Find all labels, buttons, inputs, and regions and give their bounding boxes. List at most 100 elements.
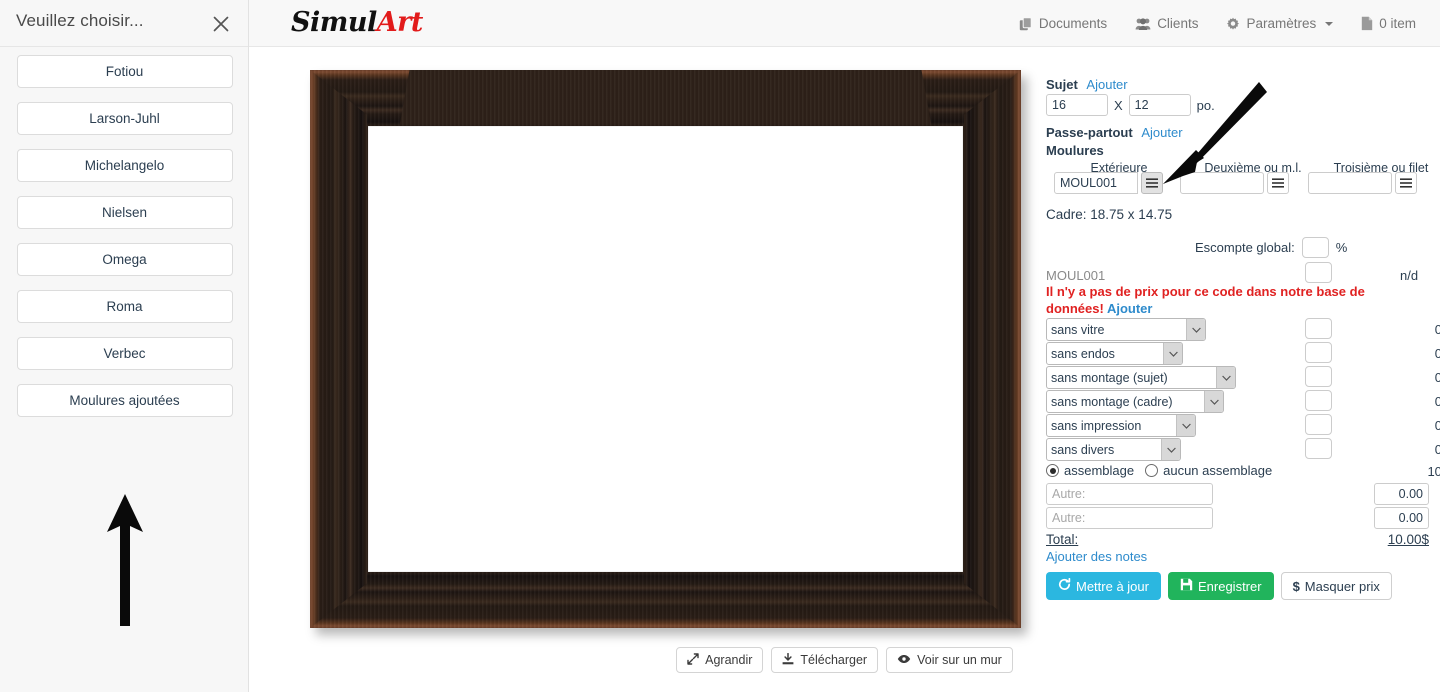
users-icon [1135, 17, 1151, 31]
mat-label: Passe-partout [1046, 125, 1133, 140]
other-input-1[interactable] [1046, 507, 1213, 529]
sidebar-item-michelangelo[interactable]: Michelangelo [16, 149, 233, 182]
option-select-glass[interactable]: sans vitre [1046, 318, 1206, 341]
add-notes-link[interactable]: Ajouter des notes [1046, 549, 1147, 564]
moulding-qty-input[interactable] [1305, 262, 1332, 283]
option-qty-input-0[interactable] [1305, 318, 1332, 339]
hide-prices-button[interactable]: $ Masquer prix [1280, 572, 1392, 600]
main-nav: Documents Clients Paramètres 0 item [1005, 0, 1430, 47]
download-button[interactable]: Télécharger [771, 647, 879, 673]
sidebar-item-verbec[interactable]: Verbec [16, 337, 233, 370]
chevron-down-icon [1325, 21, 1334, 26]
view-on-wall-label: Voir sur un mur [917, 653, 1002, 667]
option-qty-input-3[interactable] [1305, 390, 1332, 411]
assembly-amount: 10.00 [1427, 464, 1440, 479]
option-select-mounting-subject[interactable]: sans montage (sujet) [1046, 366, 1236, 389]
logo-text-art: Art [376, 7, 424, 38]
moulding-code-input-1[interactable] [1054, 172, 1138, 194]
assembly-radio-no[interactable] [1145, 464, 1159, 477]
option-select-mounting-frame[interactable]: sans montage (cadre) [1046, 390, 1224, 413]
file-icon [1361, 16, 1373, 31]
width-input[interactable] [1046, 94, 1108, 116]
other-amount-input-1[interactable] [1374, 507, 1429, 529]
moulding-input-2-group [1180, 172, 1289, 194]
expand-icon [687, 652, 699, 668]
gear-icon [1226, 17, 1240, 31]
nav-item-parametres[interactable]: Paramètres [1212, 0, 1347, 47]
sidebar-item-roma[interactable]: Roma [16, 290, 233, 323]
sidebar-header: Veuillez choisir... [0, 0, 248, 47]
price-error-text: Il n'y a pas de prix pour ce code dans n… [1046, 284, 1365, 316]
view-on-wall-button[interactable]: Voir sur un mur [886, 647, 1013, 673]
mat-add-link[interactable]: Ajouter [1141, 125, 1182, 140]
global-discount-input[interactable] [1301, 237, 1329, 258]
list-icon [1146, 178, 1158, 188]
other-amount-input-0[interactable] [1374, 483, 1429, 505]
update-button[interactable]: Mettre à jour [1046, 572, 1161, 600]
close-icon[interactable] [211, 14, 231, 34]
option-select-wrap-1: sans endos [1046, 342, 1183, 365]
option-amount-5: 0.00 [1434, 442, 1440, 457]
frame-body [310, 70, 1021, 628]
price-error-add-link[interactable]: Ajouter [1107, 301, 1153, 316]
top-header: SimulArt Documents Clients Paramètres 0 … [249, 0, 1440, 47]
list-icon [1400, 178, 1412, 188]
option-amount-2: 0.00 [1434, 370, 1440, 385]
option-amount-3: 0.00 [1434, 394, 1440, 409]
option-qty-input-4[interactable] [1305, 414, 1332, 435]
percent-symbol: % [1335, 240, 1348, 255]
option-amount-4: 0.00 [1434, 418, 1440, 433]
sidebar-item-moulures-ajoutees[interactable]: Moulures ajoutées [16, 384, 233, 417]
option-qty-input-1[interactable] [1305, 342, 1332, 363]
height-input[interactable] [1128, 94, 1191, 116]
subject-add-link[interactable]: Ajouter [1086, 77, 1127, 92]
option-select-misc[interactable]: sans divers [1046, 438, 1181, 461]
moulding-code-input-3[interactable] [1308, 172, 1392, 194]
nav-item-cart[interactable]: 0 item [1347, 0, 1430, 47]
option-amount-0: 0.00 [1434, 322, 1440, 337]
moulding-picker-button-3[interactable] [1395, 172, 1417, 194]
update-button-label: Mettre à jour [1076, 578, 1149, 594]
list-icon [1272, 178, 1284, 188]
option-qty-input-2[interactable] [1305, 366, 1332, 387]
option-select-wrap-4: sans impression [1046, 414, 1196, 437]
total-label: Total: [1046, 532, 1079, 547]
nav-item-clients[interactable]: Clients [1121, 0, 1212, 47]
total-value: 10.00$ [1387, 532, 1429, 547]
nav-item-documents[interactable]: Documents [1005, 0, 1121, 47]
logo-text-simul: Simul [291, 7, 377, 38]
subject-row: Sujet Ajouter [1046, 77, 1128, 92]
global-discount-label: Escompte global: [1195, 240, 1295, 255]
frame-preview[interactable] [310, 70, 1021, 628]
moulding-code-input-2[interactable] [1180, 172, 1264, 194]
assembly-options-row: assemblage aucun assemblage [1046, 463, 1272, 478]
nav-label-clients: Clients [1157, 16, 1199, 31]
assembly-radio-yes[interactable] [1046, 464, 1059, 477]
sidebar-item-fotiou[interactable]: Fotiou [16, 55, 233, 88]
nav-label-documents: Documents [1038, 16, 1108, 31]
sidebar-item-larson-juhl[interactable]: Larson-Juhl [16, 102, 233, 135]
option-qty-input-5[interactable] [1305, 438, 1332, 459]
eye-icon [897, 653, 911, 668]
moulding-input-1-group [1054, 172, 1163, 194]
panel-action-buttons: Mettre à jour Enregistrer $ Masquer prix [1046, 572, 1392, 600]
sidebar-item-omega[interactable]: Omega [16, 243, 233, 276]
sidebar-item-nielsen[interactable]: Nielsen [16, 196, 233, 229]
option-select-wrap-2: sans montage (sujet) [1046, 366, 1236, 389]
subject-label: Sujet [1046, 77, 1078, 92]
assembly-label-no: aucun assemblage [1163, 463, 1273, 478]
global-discount-row: Escompte global: % [1195, 237, 1347, 258]
app-logo[interactable]: SimulArt [291, 7, 423, 38]
option-amount-1: 0.00 [1434, 346, 1440, 361]
enlarge-button[interactable]: Agrandir [676, 647, 764, 673]
save-button[interactable]: Enregistrer [1167, 572, 1274, 600]
dimension-separator: X [1114, 97, 1123, 113]
option-select-backing[interactable]: sans endos [1046, 342, 1183, 365]
mouldings-label: Moulures [1046, 143, 1104, 158]
option-select-printing[interactable]: sans impression [1046, 414, 1196, 437]
moulding-picker-button-1[interactable] [1141, 172, 1163, 194]
moulding-code-label: MOUL001 [1046, 268, 1106, 283]
moulding-picker-button-2[interactable] [1267, 172, 1289, 194]
annotation-arrow-up-icon [104, 492, 146, 628]
other-input-0[interactable] [1046, 483, 1213, 505]
